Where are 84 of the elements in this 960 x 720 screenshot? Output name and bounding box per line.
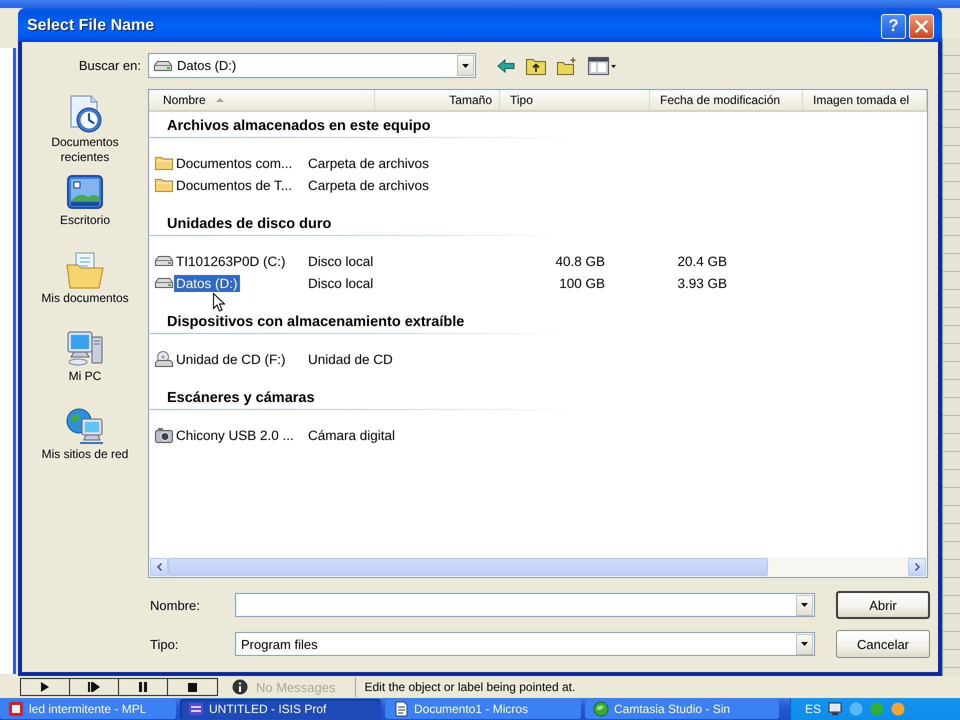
stop-icon (188, 682, 197, 692)
taskbar-button[interactable]: Camtasia Studio - Sin (585, 699, 779, 719)
size-value: 3.93 GB (677, 276, 727, 290)
view-menu-icon[interactable] (588, 56, 616, 74)
folder-document-icon (66, 251, 104, 289)
places-bar-item[interactable]: Mi PC (26, 329, 144, 407)
size-value: 100 GB (559, 276, 605, 290)
status-message: No Messages (256, 680, 336, 694)
column-header[interactable]: Imagen tomada el (803, 90, 927, 110)
folder-icon (155, 156, 173, 170)
taskbar-button[interactable]: UNTITLED - ISIS Prof (180, 699, 381, 719)
computer-icon (66, 329, 104, 367)
app-icon (8, 701, 24, 717)
places-bar-item[interactable]: Mis documentos (26, 251, 144, 329)
field-label: Buscar en: (78, 58, 141, 73)
scroll-left-button[interactable] (150, 558, 168, 576)
back-arrow-icon[interactable] (497, 58, 515, 72)
monitor-icon[interactable] (828, 702, 842, 716)
caret-down-icon (462, 64, 469, 68)
item-name[interactable]: Documentos de T... (174, 176, 294, 194)
dropdown-button[interactable] (457, 55, 474, 76)
pause-icon (139, 682, 147, 692)
globe-computer-icon (66, 407, 104, 445)
mouse-pointer-icon (213, 293, 225, 312)
caret-down-icon (801, 642, 808, 646)
info-icon (232, 679, 248, 695)
item-name[interactable]: Unidad de CD (F:) (174, 350, 288, 368)
step-icon (88, 682, 100, 692)
folder-up-icon[interactable] (526, 56, 546, 74)
close-button[interactable] (909, 14, 934, 38)
group-header: Archivos almacenados en este equipo (167, 118, 431, 134)
dropdown-button[interactable] (796, 594, 813, 616)
item-type: Carpeta de archivos (308, 178, 429, 192)
drive-icon (155, 256, 173, 266)
new-folder-icon[interactable] (557, 56, 577, 74)
item-name[interactable]: Datos (D:) (174, 274, 240, 292)
places-bar-item[interactable]: Documentos recientes (26, 95, 144, 173)
close-icon (915, 20, 928, 32)
group-header: Dispositivos con almacenamiento extraíble (167, 314, 464, 330)
item-type: Disco local (308, 254, 374, 268)
item-type: Unidad de CD (308, 352, 393, 366)
chevron-right-icon (914, 563, 920, 571)
item-name[interactable]: Chicony USB 2.0 ... (174, 426, 296, 444)
drive-icon (155, 278, 173, 288)
column-header[interactable]: Nombre (149, 90, 375, 110)
cancel-button[interactable]: Cancelar (836, 630, 930, 658)
window-title: Select File Name (27, 17, 154, 35)
dropdown-button[interactable] (796, 634, 813, 654)
places-bar-item[interactable]: Mis sitios de red (26, 407, 144, 485)
group-header: Escáneres y cámaras (167, 390, 315, 406)
chevron-left-icon (156, 563, 162, 571)
scroll-right-button[interactable] (908, 558, 926, 576)
folder-icon (155, 178, 173, 192)
item-type: Disco local (308, 276, 374, 290)
status-hint: Edit the object or label being pointed at. (364, 680, 576, 694)
help-button[interactable]: ? (881, 14, 906, 38)
column-header[interactable]: Tamaño (375, 90, 500, 110)
taskbar-button[interactable]: led intermitente - MPL (0, 699, 176, 719)
look-in-combo[interactable]: Datos (D:) (148, 53, 476, 78)
document-icon (393, 701, 409, 717)
scrollbar-thumb[interactable] (168, 558, 768, 576)
size-value: 20.4 GB (677, 254, 727, 268)
item-name[interactable]: TI101263P0D (C:) (174, 252, 288, 270)
globe-icon (593, 701, 609, 717)
size-value: 40.8 GB (555, 254, 605, 268)
column-header[interactable]: Fecha de modificación (650, 90, 803, 110)
group-header: Unidades de disco duro (167, 216, 332, 232)
drive-icon (154, 60, 172, 70)
cd-drive-icon (155, 351, 173, 367)
item-name[interactable]: Documentos com... (174, 154, 294, 172)
app-icon (188, 701, 204, 717)
item-type: Cámara digital (308, 428, 396, 442)
item-type: Carpeta de archivos (308, 156, 429, 170)
field-label: Nombre: (150, 598, 200, 612)
caret-down-icon (801, 603, 808, 607)
field-label: Tipo: (150, 636, 178, 652)
play-icon (41, 682, 49, 692)
file-type-combo[interactable]: Program files (235, 632, 815, 656)
places-bar-item[interactable]: Escritorio (26, 173, 144, 251)
taskbar-button[interactable]: Documento1 - Micros (385, 699, 581, 719)
camera-icon (155, 427, 173, 443)
desktop-icon (66, 173, 104, 211)
column-header[interactable]: Tipo (500, 90, 650, 110)
open-button[interactable]: Abrir (836, 591, 930, 619)
